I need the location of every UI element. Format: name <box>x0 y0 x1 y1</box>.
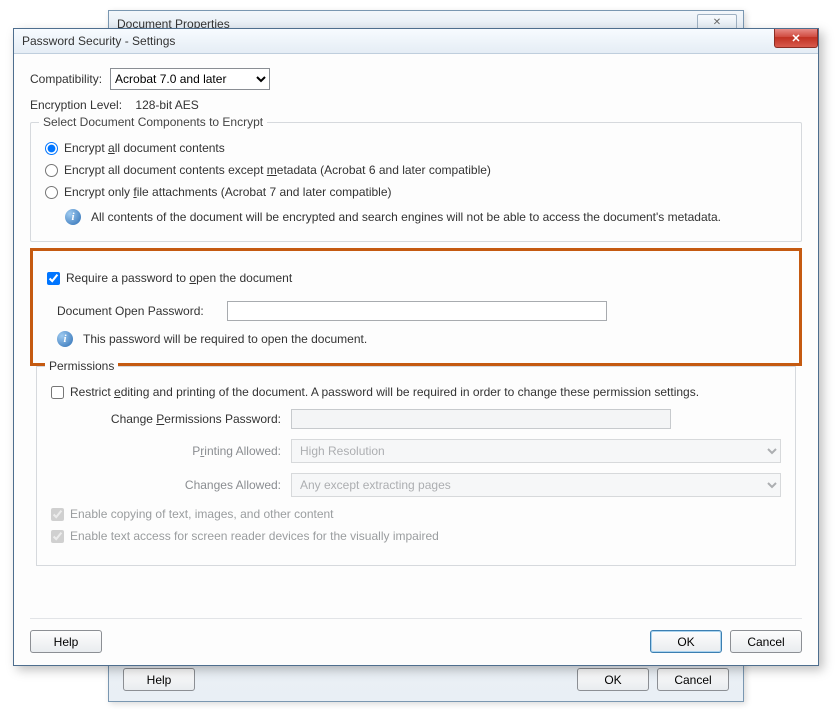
restrict-editing-checkbox[interactable] <box>51 386 64 399</box>
info-icon: i <box>57 331 73 347</box>
dialog-separator <box>30 618 802 619</box>
require-password-checkbox[interactable] <box>47 272 60 285</box>
restrict-editing-label: Restrict editing and printing of the doc… <box>70 385 699 399</box>
document-open-password-label: Document Open Password: <box>57 304 217 318</box>
info-icon: i <box>65 209 81 225</box>
encrypt-except-metadata-label: Encrypt all document contents except met… <box>64 163 491 177</box>
change-permissions-password-input <box>291 409 671 429</box>
dialog-close-button[interactable]: ✕ <box>774 29 818 48</box>
password-security-titlebar: Password Security - Settings <box>14 29 818 54</box>
encryption-level-label: Encryption Level: <box>30 98 122 112</box>
encrypt-components-group: Select Document Components to Encrypt En… <box>30 122 802 242</box>
encrypt-components-legend: Select Document Components to Encrypt <box>39 115 267 129</box>
permissions-group: Permissions Restrict editing and printin… <box>36 366 796 566</box>
enable-text-access-checkbox <box>51 530 64 543</box>
document-open-password-input[interactable] <box>227 301 607 321</box>
require-password-label: Require a password to open the document <box>66 271 292 285</box>
printing-allowed-label: Printing Allowed: <box>51 444 281 458</box>
require-password-info-text: This password will be required to open t… <box>83 332 367 346</box>
encryption-level-value: 128-bit AES <box>135 98 198 112</box>
changes-allowed-label: Changes Allowed: <box>51 478 281 492</box>
dialog-cancel-button[interactable]: Cancel <box>730 630 802 653</box>
password-security-dialog: Password Security - Settings ✕ Compatibi… <box>13 28 819 666</box>
change-permissions-password-label: Change Permissions Password: <box>51 412 281 426</box>
permissions-legend: Permissions <box>45 359 118 373</box>
require-password-highlight: Require a password to open the document … <box>30 248 802 366</box>
document-properties-help-button[interactable]: Help <box>123 668 195 691</box>
encrypt-attachments-only-radio[interactable] <box>45 186 58 199</box>
encrypt-all-label: Encrypt all document contents <box>64 141 225 155</box>
compatibility-label: Compatibility: <box>30 72 102 86</box>
close-icon: ✕ <box>791 32 800 45</box>
compatibility-select[interactable]: Acrobat 7.0 and later <box>110 68 270 90</box>
dialog-help-button[interactable]: Help <box>30 630 102 653</box>
encrypt-except-metadata-radio[interactable] <box>45 164 58 177</box>
encrypt-all-radio[interactable] <box>45 142 58 155</box>
document-properties-button-row: Help OK Cancel <box>109 668 743 691</box>
close-icon: ✕ <box>713 17 721 28</box>
dialog-button-row: Help OK Cancel <box>30 630 802 653</box>
encrypt-attachments-only-label: Encrypt only file attachments (Acrobat 7… <box>64 185 392 199</box>
dialog-content: Compatibility: Acrobat 7.0 and later Enc… <box>14 54 818 576</box>
dialog-title: Password Security - Settings <box>22 34 175 48</box>
printing-allowed-select: High Resolution <box>291 439 781 463</box>
document-properties-cancel-button[interactable]: Cancel <box>657 668 729 691</box>
enable-copying-checkbox <box>51 508 64 521</box>
document-properties-ok-button[interactable]: OK <box>577 668 649 691</box>
encrypt-info-text: All contents of the document will be enc… <box>91 210 721 224</box>
changes-allowed-select: Any except extracting pages <box>291 473 781 497</box>
dialog-ok-button[interactable]: OK <box>650 630 722 653</box>
enable-text-access-label: Enable text access for screen reader dev… <box>70 529 439 543</box>
enable-copying-label: Enable copying of text, images, and othe… <box>70 507 334 521</box>
